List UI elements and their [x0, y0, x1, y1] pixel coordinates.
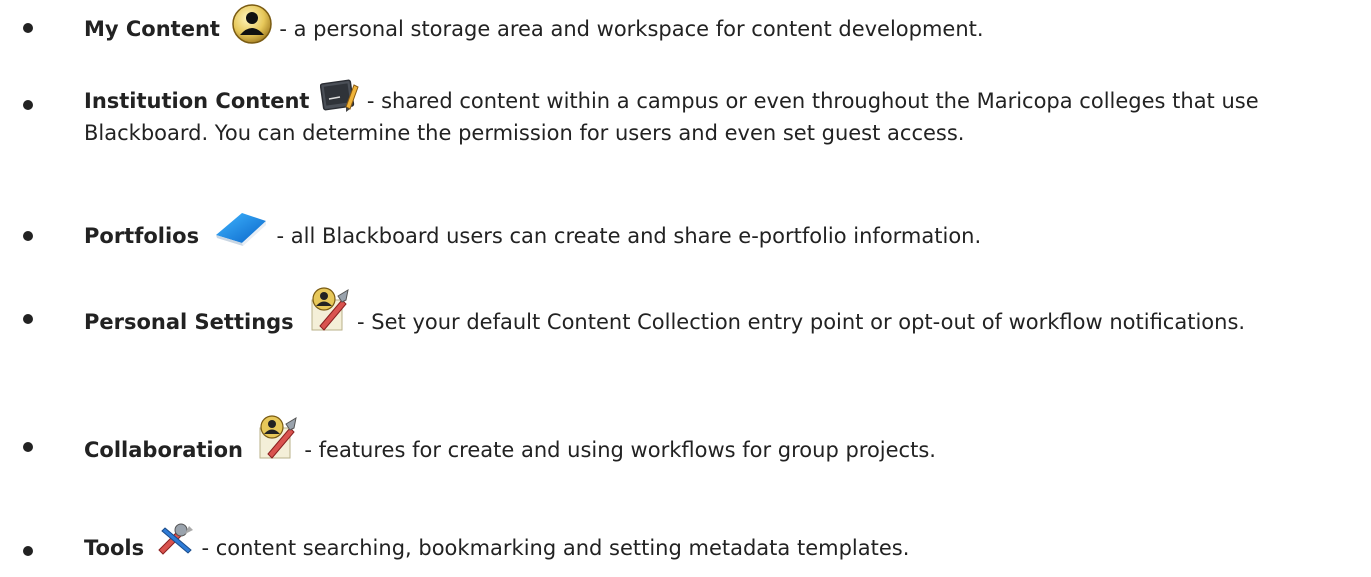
user-circle-icon [231, 3, 273, 45]
item-term: Tools [84, 536, 145, 560]
bullet [23, 314, 33, 324]
tools-icon [155, 522, 195, 556]
item-description: - all Blackboard users can create and sh… [276, 224, 982, 248]
list-item-content: My Content - a personal storage area and… [84, 4, 1359, 51]
user-settings-icon [254, 414, 298, 460]
bullet [23, 546, 33, 556]
list-item-content: Tools - content searching, bookmarking a… [84, 523, 1359, 566]
item-term: My Content [84, 17, 220, 41]
item-description: - features for create and using workflow… [304, 438, 936, 462]
item-term: Portfolios [84, 224, 200, 248]
item-description: - content searching, bookmarking and set… [201, 536, 910, 560]
item-term: Personal Settings [84, 310, 294, 334]
user-settings-icon [306, 286, 350, 332]
bullet [23, 231, 33, 241]
list-item-content: Portfolios - all Blackboard users can cr… [84, 213, 1359, 256]
list-item-content: Personal Settings - Set your default Con… [84, 287, 1359, 346]
item-description: - Set your default Content Collection en… [357, 310, 1246, 334]
list-item-content: Collaboration - features for create and … [84, 415, 1359, 474]
list-item-content: Institution Content - shared content wit… [84, 79, 1359, 148]
item-term: Institution Content [84, 89, 310, 113]
item-description: - a personal storage area and workspace … [279, 17, 984, 41]
content-collection-list: My Content - a personal storage area and… [0, 0, 1371, 577]
chalkboard-pencil-icon [320, 79, 360, 113]
blue-book-icon [212, 209, 270, 247]
bullet [23, 100, 33, 110]
bullet [23, 23, 33, 33]
bullet [23, 442, 33, 452]
item-term: Collaboration [84, 438, 244, 462]
